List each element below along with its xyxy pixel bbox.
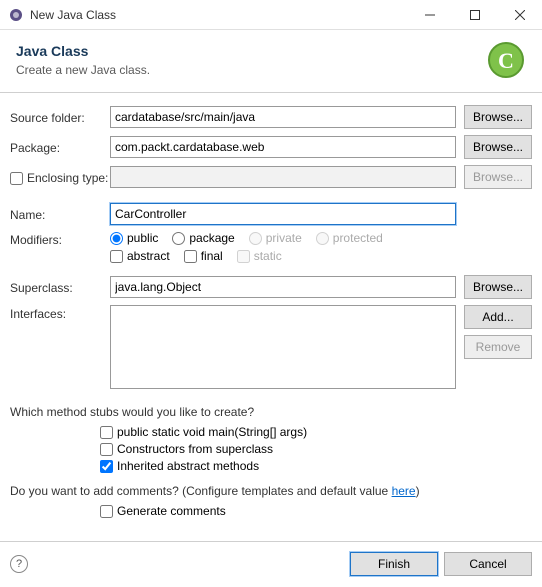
app-icon [8,7,24,23]
package-radio-label: package [189,231,234,245]
titlebar: New Java Class [0,0,542,30]
package-radio[interactable] [172,232,185,245]
enclosing-type-checkbox[interactable] [10,172,23,185]
header-subtitle: Create a new Java class. [16,63,486,77]
class-wizard-icon: C [486,40,526,80]
remove-interface-button: Remove [464,335,532,359]
maximize-button[interactable] [452,0,497,30]
static-checkbox [237,250,250,263]
modifiers-group: public package private protected [110,231,456,245]
browse-package-button[interactable]: Browse... [464,135,532,159]
final-checkbox[interactable] [184,250,197,263]
comments-question-post: ) [416,484,420,498]
superclass-label: Superclass: [10,279,110,295]
window-title: New Java Class [30,8,407,22]
abstract-checkbox[interactable] [110,250,123,263]
enclosing-type-checkbox-label: Enclosing type: [10,169,110,185]
interfaces-label: Interfaces: [10,305,110,321]
main-method-label: public static void main(String[] args) [117,425,307,439]
constructors-label: Constructors from superclass [117,442,273,456]
dialog-header: Java Class Create a new Java class. C [0,30,542,92]
superclass-input[interactable] [110,276,456,298]
header-title: Java Class [16,43,486,59]
svg-text:C: C [498,48,514,73]
enclosing-type-label: Enclosing type: [27,171,108,185]
comments-question: Do you want to add comments? (Configure … [0,482,542,500]
generate-comments-label: Generate comments [117,504,226,518]
package-label: Package: [10,139,110,155]
constructors-checkbox[interactable] [100,443,113,456]
dialog-footer: ? Finish Cancel [0,541,542,586]
source-folder-label: Source folder: [10,109,110,125]
interfaces-list[interactable] [110,305,456,389]
modifiers-label: Modifiers: [10,231,110,247]
add-interface-button[interactable]: Add... [464,305,532,329]
browse-enclosing-button: Browse... [464,165,532,189]
form-area: Source folder: Browse... Package: Browse… [0,93,542,403]
name-label: Name: [10,206,110,222]
help-button[interactable]: ? [10,555,28,573]
cancel-button[interactable]: Cancel [444,552,532,576]
main-method-checkbox[interactable] [100,426,113,439]
generate-comments-checkbox[interactable] [100,505,113,518]
enclosing-type-input [110,166,456,188]
configure-link[interactable]: here [392,484,416,498]
close-button[interactable] [497,0,542,30]
minimize-button[interactable] [407,0,452,30]
inherited-checkbox[interactable] [100,460,113,473]
protected-radio-label: protected [333,231,383,245]
package-input[interactable] [110,136,456,158]
finish-button[interactable]: Finish [350,552,438,576]
browse-superclass-button[interactable]: Browse... [464,275,532,299]
name-input[interactable] [110,203,456,225]
private-radio [249,232,262,245]
window-controls [407,0,542,30]
public-radio[interactable] [110,232,123,245]
abstract-label: abstract [127,249,170,263]
browse-source-button[interactable]: Browse... [464,105,532,129]
stubs-question: Which method stubs would you like to cre… [0,403,542,421]
static-label: static [254,249,282,263]
public-radio-label: public [127,231,158,245]
final-label: final [201,249,223,263]
comments-question-pre: Do you want to add comments? (Configure … [10,484,392,498]
inherited-label: Inherited abstract methods [117,459,259,473]
private-radio-label: private [266,231,302,245]
protected-radio [316,232,329,245]
source-folder-input[interactable] [110,106,456,128]
